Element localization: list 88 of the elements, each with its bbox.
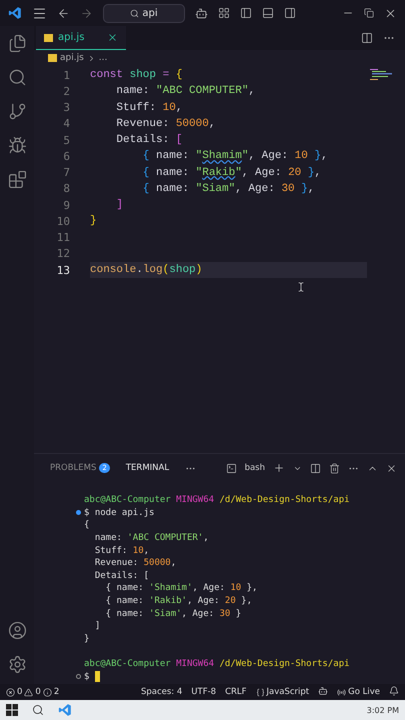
search-icon (130, 8, 140, 18)
settings-icon[interactable] (8, 655, 26, 674)
terminal-line: name: 'ABC COMPUTER', (94, 533, 209, 544)
files-icon[interactable] (8, 34, 26, 53)
braces-icon (256, 688, 265, 696)
go-live-button[interactable]: Go Live (337, 687, 380, 697)
line-number: 10 (56, 214, 70, 228)
js-file-icon (48, 54, 57, 62)
panel-right-icon[interactable] (284, 7, 296, 19)
warning-icon (24, 688, 34, 696)
line-number: 9 (62, 198, 70, 212)
line-number: 8 (62, 182, 70, 196)
forward-icon[interactable] (80, 6, 93, 20)
terminal-line: { (84, 520, 90, 530)
robot-icon[interactable] (195, 6, 208, 20)
restore-icon[interactable] (364, 8, 374, 18)
line-number: 6 (62, 150, 70, 163)
info-icon (42, 688, 52, 696)
app-logo-icon (8, 6, 22, 20)
code-line: } (90, 214, 98, 230)
terminal-line: { name: 'Shamim', Age: 10 }, (104, 583, 258, 594)
line-number: 11 (56, 231, 70, 244)
status-dot (76, 510, 81, 516)
code-line: { name: "Rakib", Age: 20 }, (142, 166, 322, 181)
panel-tab[interactable]: TERMINAL (126, 463, 170, 473)
line-number: 5 (62, 134, 70, 147)
back-icon[interactable] (57, 6, 70, 20)
text-cursor-icon (296, 282, 306, 292)
debug-icon[interactable] (8, 136, 26, 155)
split-icon[interactable] (310, 462, 321, 474)
terminal-icon[interactable] (226, 462, 237, 474)
status-dot (76, 674, 81, 680)
split-editor-icon[interactable] (361, 32, 373, 44)
code-line: ] (115, 198, 124, 214)
branch-icon[interactable] (8, 102, 26, 121)
panel-bottom-icon[interactable] (262, 7, 274, 19)
close-icon[interactable] (107, 32, 118, 43)
trash-icon[interactable] (329, 462, 340, 474)
broadcast-icon (337, 688, 346, 696)
start-icon[interactable] (6, 704, 18, 716)
line-number: 13 (56, 264, 70, 277)
terminal-line: } (84, 634, 90, 644)
line-number: 2 (62, 84, 70, 98)
close-icon[interactable] (386, 462, 397, 474)
code-line: name: "ABC COMPUTER", (115, 84, 256, 100)
terminal-line: abc@ABC-Computer MINGW64 /d/Web-Design-Shorts/api (84, 495, 350, 506)
extensions-icon[interactable] (8, 170, 26, 189)
menu-icon[interactable] (32, 6, 47, 20)
line-number: 1 (62, 68, 70, 82)
line-number: 4 (62, 117, 70, 130)
search-field[interactable]: api (103, 4, 185, 22)
breadcrumb-file[interactable]: api.js (60, 53, 84, 63)
terminal-line: { name: 'Siam', Age: 30 } (104, 608, 242, 619)
terminal-line: $ node api.js (84, 508, 154, 518)
code-line: { name: "Shamim", Age: 10 }, (142, 149, 329, 164)
code-line: Details: [ (115, 133, 184, 148)
account-icon[interactable] (8, 621, 26, 640)
terminal-line: $ (84, 672, 90, 682)
code-line: const shop = { (90, 68, 184, 84)
robot-icon[interactable] (318, 686, 328, 696)
error-icon (6, 688, 15, 696)
app-logo-icon[interactable] (58, 703, 72, 717)
line-number: 3 (62, 101, 70, 114)
editor-tab[interactable]: api.js (36, 26, 126, 50)
breadcrumb-rest[interactable]: ... (98, 53, 108, 63)
layout-icon[interactable] (218, 7, 230, 19)
bell-icon[interactable] (389, 686, 399, 696)
language-status[interactable]: JavaScript (256, 687, 310, 697)
status-item[interactable]: Spaces: 4 (140, 687, 182, 697)
search-icon[interactable] (32, 704, 44, 716)
panel-left-icon[interactable] (240, 7, 252, 19)
terminal-line: ] (94, 621, 100, 632)
add-icon[interactable] (273, 462, 285, 474)
code-line: { name: "Siam", Age: 30 }, (142, 182, 316, 197)
problems-status[interactable]: 0 0 2 (6, 687, 60, 697)
status-item[interactable]: CRLF (225, 687, 247, 697)
code-line: Stuff: 10, (115, 100, 184, 116)
terminal-line: abc@ABC-Computer MINGW64 /d/Web-Design-Shorts/api (84, 659, 350, 670)
status-item[interactable]: UTF-8 (191, 687, 216, 697)
terminal-line: Stuff: 10, (94, 546, 150, 556)
terminal-line: Details: [ (94, 570, 150, 581)
terminal-line: { name: 'Rakib', Age: 20 }, (104, 596, 252, 606)
line-number: 12 (56, 247, 70, 260)
clock: 3:02 PM (366, 706, 399, 714)
line-number: 7 (62, 166, 70, 180)
code-line: Revenue: 50000, (115, 116, 216, 132)
shell-label[interactable]: bash (244, 463, 265, 473)
terminal-line: Revenue: 50000, (94, 558, 176, 568)
